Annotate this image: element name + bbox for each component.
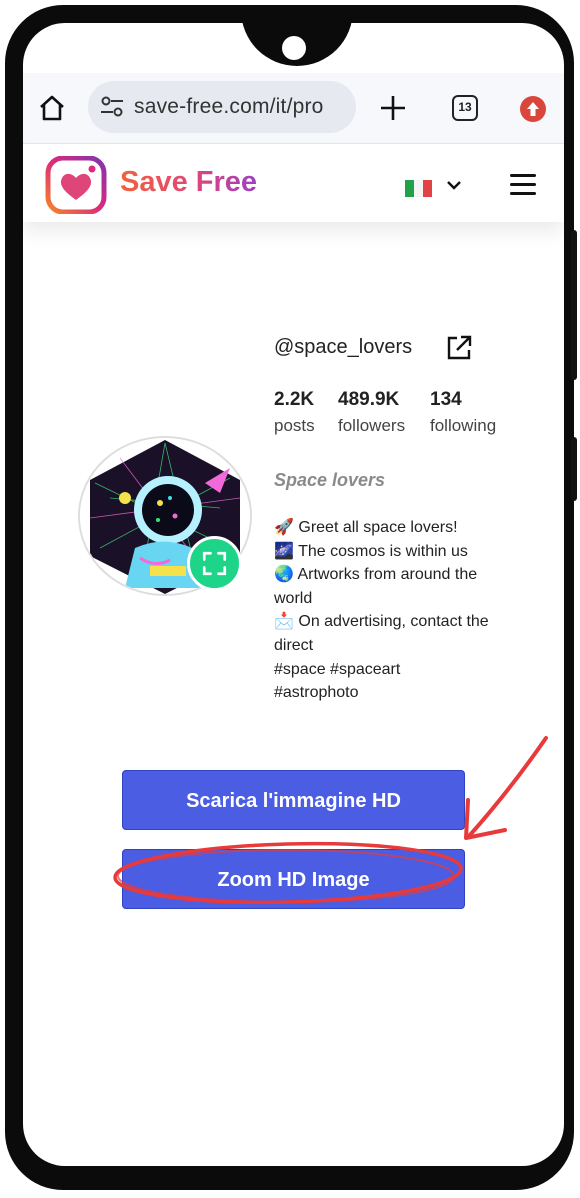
annotation-arrow: [468, 736, 548, 837]
annotation-overlay: [113, 736, 548, 905]
highlight-ellipse-inner: [117, 849, 455, 903]
